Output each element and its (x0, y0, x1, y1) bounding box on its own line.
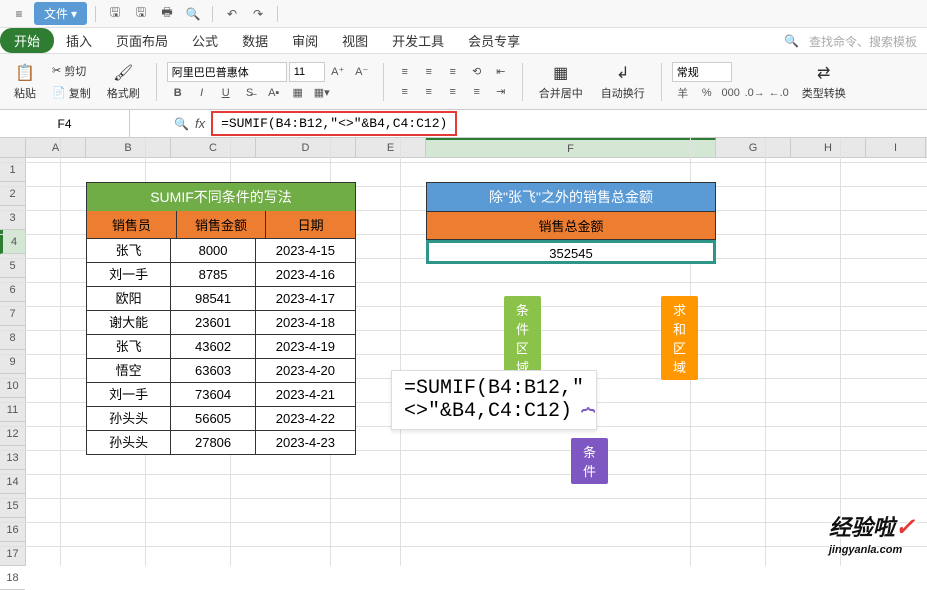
align-left-icon[interactable]: ≡ (394, 83, 416, 101)
font-name-select[interactable] (167, 62, 287, 82)
undo-icon[interactable]: ↶ (221, 3, 243, 25)
font-size-select[interactable] (289, 62, 325, 82)
th-salesperson: 销售员 (87, 211, 177, 238)
align-top-icon[interactable]: ≡ (394, 63, 416, 81)
decrease-font-icon[interactable]: A⁻ (351, 63, 373, 81)
table-row: 刘一手87852023-4-16 (87, 262, 355, 286)
cell-reference-input[interactable] (8, 117, 121, 131)
align-center-icon[interactable]: ≡ (418, 83, 440, 101)
tab-formula[interactable]: 公式 (180, 27, 230, 54)
result-value[interactable]: 352545 (426, 240, 716, 264)
font-color-icon[interactable]: A▪ (263, 84, 285, 102)
type-convert-button[interactable]: ⇄类型转换 (796, 61, 852, 103)
th-date: 日期 (266, 211, 355, 238)
formula-input[interactable]: =SUMIF(B4:B12,"<>"&B4,C4:C12) (211, 111, 457, 136)
quick-access-toolbar: ≡ 文件▾ 🖫 🖫 🖶 🔍 ↶ ↷ (0, 0, 927, 28)
copy-button[interactable]: 📄 复制 (48, 83, 95, 103)
tab-start[interactable]: 开始 (0, 28, 54, 53)
app-icon: ≡ (8, 3, 30, 25)
search-icon: 🔍 (784, 34, 799, 48)
currency-icon[interactable]: 羊 (672, 84, 694, 102)
merge-button[interactable]: ▦合并居中 (533, 61, 589, 103)
brace-icon: ⏟ (521, 326, 535, 354)
justify-icon[interactable]: ≡ (466, 83, 488, 101)
search-fx-icon[interactable]: 🔍 (174, 117, 189, 131)
underline-icon[interactable]: U (215, 84, 237, 102)
align-right-icon[interactable]: ≡ (442, 83, 464, 101)
th-amount: 销售金额 (177, 211, 267, 238)
percent-icon[interactable]: % (696, 84, 718, 102)
checkmark-icon: ✓ (895, 514, 915, 541)
formula-display: =SUMIF(B4:B12,"<>"&B4,C4:C12) (391, 370, 597, 430)
increase-decimal-icon[interactable]: .0→ (744, 84, 766, 102)
increase-font-icon[interactable]: A⁺ (327, 63, 349, 81)
save-as-icon[interactable]: 🖫 (130, 3, 152, 25)
table-row: 刘一手736042023-4-21 (87, 382, 355, 406)
fill-color-icon[interactable]: ▦ (287, 84, 309, 102)
align-middle-icon[interactable]: ≡ (418, 63, 440, 81)
decrease-decimal-icon[interactable]: ←.0 (768, 84, 790, 102)
italic-icon[interactable]: I (191, 84, 213, 102)
indent-left-icon[interactable]: ⇤ (490, 63, 512, 81)
search-hint[interactable]: 查找命令、搜索模板 (809, 33, 917, 50)
fx-label[interactable]: fx (195, 116, 205, 131)
table-row: 孙头头566052023-4-22 (87, 406, 355, 430)
table-row: 张飞80002023-4-15 (87, 238, 355, 262)
annotation-criteria: 条件 (571, 438, 608, 484)
cut-button[interactable]: ✂ 剪切 (48, 61, 95, 81)
bold-icon[interactable]: B (167, 84, 189, 102)
tab-dev[interactable]: 开发工具 (380, 27, 456, 54)
align-bottom-icon[interactable]: ≡ (442, 63, 464, 81)
table-row: 张飞436022023-4-19 (87, 334, 355, 358)
row-header-18[interactable]: 18 (0, 566, 25, 590)
table-row: 悟空636032023-4-20 (87, 358, 355, 382)
table-row: 孙头头278062023-4-23 (87, 430, 355, 454)
save-icon[interactable]: 🖫 (104, 3, 126, 25)
table-row: 欧阳985412023-4-17 (87, 286, 355, 310)
orientation-icon[interactable]: ⟲ (466, 63, 488, 81)
file-menu[interactable]: 文件▾ (34, 2, 87, 25)
table-row: 谢大能236012023-4-18 (87, 310, 355, 334)
watermark: 经验啦✓ jingyanla.com (829, 510, 915, 556)
redo-icon[interactable]: ↷ (247, 3, 269, 25)
table-title: SUMIF不同条件的写法 (87, 183, 355, 211)
name-box[interactable] (0, 110, 130, 137)
tab-member[interactable]: 会员专享 (456, 27, 532, 54)
paste-button[interactable]: 📋粘贴 (8, 61, 42, 103)
tab-layout[interactable]: 页面布局 (104, 27, 180, 54)
border-icon[interactable]: ▦▾ (311, 84, 333, 102)
worksheet: A B C D E F G H I 1 2 3 4 5 6 7 8 9 10 1… (0, 138, 927, 566)
tab-review[interactable]: 审阅 (280, 27, 330, 54)
result-label: 销售总金额 (426, 212, 716, 240)
print-preview-icon[interactable]: 🔍 (182, 3, 204, 25)
wrap-button[interactable]: ↲自动换行 (595, 61, 651, 103)
print-icon[interactable]: 🖶 (156, 3, 178, 25)
tab-insert[interactable]: 插入 (54, 27, 104, 54)
ribbon: 📋粘贴 ✂ 剪切 📄 复制 🖌格式刷 A⁺ A⁻ B I U S̶ A▪ ▦ ▦… (0, 54, 927, 110)
tab-view[interactable]: 视图 (330, 27, 380, 54)
indent-right-icon[interactable]: ⇥ (490, 83, 512, 101)
tab-data[interactable]: 数据 (230, 27, 280, 54)
format-painter-button[interactable]: 🖌格式刷 (101, 61, 146, 103)
brace-icon: ⏟ (681, 326, 695, 354)
result-title: 除"张飞"之外的销售总金额 (426, 182, 716, 212)
result-box: 除"张飞"之外的销售总金额 销售总金额 352545 (426, 182, 716, 264)
formula-bar: 🔍 fx =SUMIF(B4:B12,"<>"&B4,C4:C12) (0, 110, 927, 138)
ribbon-tabs: 开始 插入 页面布局 公式 数据 审阅 视图 开发工具 会员专享 🔍 查找命令、… (0, 28, 927, 54)
data-table: SUMIF不同条件的写法 销售员 销售金额 日期 张飞80002023-4-15… (86, 182, 356, 455)
strike-icon[interactable]: S̶ (239, 84, 261, 102)
comma-icon[interactable]: 000 (720, 84, 742, 102)
brace-icon: ⏞ (581, 408, 595, 436)
number-format-select[interactable] (672, 62, 732, 82)
